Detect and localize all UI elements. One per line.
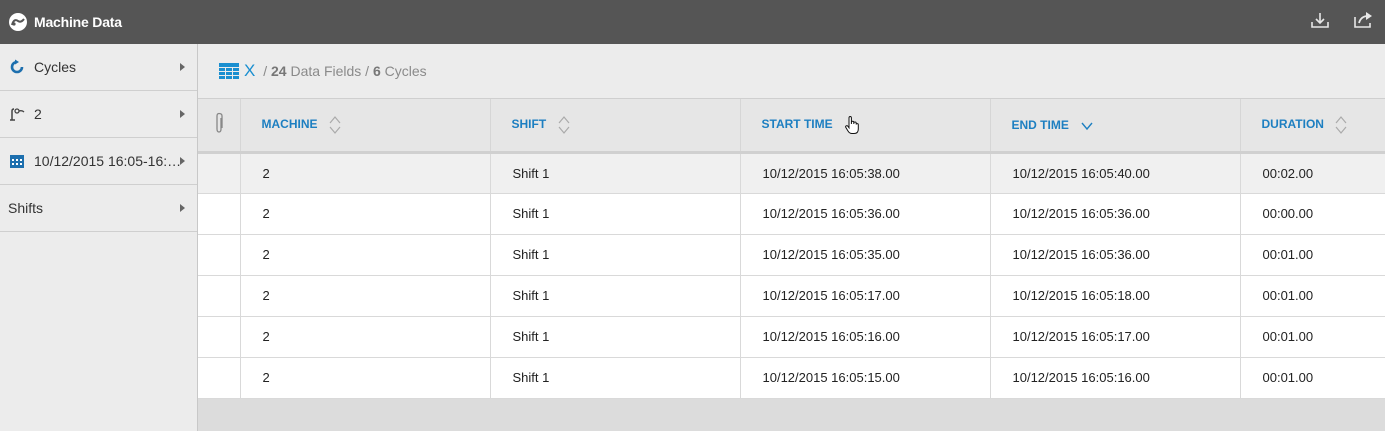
cell-start-time: 10/12/2015 16:05:17.00 <box>740 275 991 317</box>
table-row[interactable]: 2 Shift 1 10/12/2015 16:05:35.00 10/12/2… <box>198 234 1385 276</box>
sidebar-item-label: Shifts <box>8 200 44 216</box>
breadcrumb: X / 24 Data Fields / 6 Cycles <box>198 44 1385 99</box>
column-label: SHIFT <box>511 116 547 131</box>
cell-machine: 2 <box>240 316 491 358</box>
row-attachment-cell <box>198 234 241 276</box>
row-attachment-cell <box>198 275 241 317</box>
cell-machine: 2 <box>240 193 491 235</box>
sidebar: Cycles 2 10/12/2015 16:05-16:… Shifts <box>0 44 198 431</box>
download-icon <box>1311 13 1329 28</box>
cell-end-time: 10/12/2015 16:05:17.00 <box>990 316 1241 358</box>
sidebar-item-cycles[interactable]: Cycles <box>0 44 197 91</box>
fields-count: 24 <box>271 63 287 79</box>
cell-duration: 00:02.00 <box>1240 152 1385 194</box>
gauge-logo-icon <box>9 13 27 31</box>
column-header-end-time[interactable]: END TIME <box>990 99 1241 154</box>
cell-end-time: 10/12/2015 16:05:36.00 <box>990 193 1241 235</box>
cell-machine: 2 <box>240 275 491 317</box>
table-icon[interactable] <box>219 62 239 80</box>
download-button[interactable] <box>1307 8 1333 32</box>
sidebar-item-machine[interactable]: 2 <box>0 91 197 138</box>
breadcrumb-root[interactable]: X <box>244 61 255 81</box>
machine-icon <box>8 105 26 123</box>
cell-duration: 00:01.00 <box>1240 357 1385 399</box>
table-row[interactable]: 2 Shift 1 10/12/2015 16:05:16.00 10/12/2… <box>198 316 1385 358</box>
sidebar-item-label: Cycles <box>34 59 77 75</box>
cell-end-time: 10/12/2015 16:05:16.00 <box>990 357 1241 399</box>
cell-duration: 00:00.00 <box>1240 193 1385 235</box>
sidebar-item-label: 10/12/2015 16:05-16:… <box>34 153 182 169</box>
column-label: DURATION <box>1261 116 1324 131</box>
share-icon <box>1354 12 1372 28</box>
table-header-row: MACHINE SHIFT START TIME END TIME DURATI… <box>198 99 1385 154</box>
cell-end-time: 10/12/2015 16:05:36.00 <box>990 234 1241 276</box>
cell-start-time: 10/12/2015 16:05:38.00 <box>740 152 991 194</box>
row-attachment-cell <box>198 193 241 235</box>
data-table: MACHINE SHIFT START TIME END TIME DURATI… <box>198 99 1385 399</box>
cell-duration: 00:01.00 <box>1240 275 1385 317</box>
row-attachment-cell <box>198 316 241 358</box>
chevron-right-icon <box>180 63 185 71</box>
column-label: END TIME <box>1011 117 1069 132</box>
cell-machine: 2 <box>240 357 491 399</box>
share-button[interactable] <box>1351 8 1377 32</box>
sort-descending-icon <box>1081 122 1093 130</box>
cycle-icon <box>8 58 26 76</box>
cell-shift: Shift 1 <box>490 193 741 235</box>
sidebar-item-shifts[interactable]: Shifts <box>0 185 197 232</box>
attachment-column[interactable] <box>198 99 241 154</box>
cell-start-time: 10/12/2015 16:05:35.00 <box>740 234 991 276</box>
table-row[interactable]: 2 Shift 1 10/12/2015 16:05:15.00 10/12/2… <box>198 357 1385 399</box>
cycles-label: Cycles <box>380 63 427 79</box>
sort-unsorted-icon <box>1335 115 1347 134</box>
column-header-machine[interactable]: MACHINE <box>240 99 491 154</box>
sort-unsorted-icon <box>558 115 569 134</box>
row-attachment-cell <box>198 357 241 399</box>
sidebar-item-daterange[interactable]: 10/12/2015 16:05-16:… <box>0 138 197 185</box>
cell-shift: Shift 1 <box>490 357 741 399</box>
app-title: Machine Data <box>34 14 122 30</box>
cell-start-time: 10/12/2015 16:05:15.00 <box>740 357 991 399</box>
row-attachment-cell <box>198 152 241 194</box>
cell-machine: 2 <box>240 152 491 194</box>
cell-end-time: 10/12/2015 16:05:40.00 <box>990 152 1241 194</box>
sidebar-item-label: 2 <box>34 106 42 122</box>
cell-duration: 00:01.00 <box>1240 316 1385 358</box>
cell-shift: Shift 1 <box>490 152 741 194</box>
breadcrumb-sep: / <box>259 63 272 79</box>
cell-shift: Shift 1 <box>490 275 741 317</box>
table-row[interactable]: 2 Shift 1 10/12/2015 16:05:38.00 10/12/2… <box>198 152 1385 194</box>
cell-start-time: 10/12/2015 16:05:36.00 <box>740 193 991 235</box>
table-row[interactable]: 2 Shift 1 10/12/2015 16:05:36.00 10/12/2… <box>198 193 1385 235</box>
column-label: START TIME <box>761 116 833 131</box>
hand-cursor-icon <box>845 115 859 134</box>
paperclip-icon <box>216 113 223 133</box>
fields-label: Data Fields / <box>286 63 373 79</box>
cell-duration: 00:01.00 <box>1240 234 1385 276</box>
calendar-icon <box>8 152 26 170</box>
main-panel: X / 24 Data Fields / 6 Cycles MACHINE SH… <box>198 44 1385 431</box>
column-label: MACHINE <box>261 116 318 131</box>
column-header-duration[interactable]: DURATION <box>1240 99 1385 154</box>
cell-start-time: 10/12/2015 16:05:16.00 <box>740 316 991 358</box>
table-row[interactable]: 2 Shift 1 10/12/2015 16:05:17.00 10/12/2… <box>198 275 1385 317</box>
cycles-count: 6 <box>372 63 381 79</box>
chevron-right-icon <box>180 110 185 118</box>
column-header-shift[interactable]: SHIFT <box>490 99 741 154</box>
sort-unsorted-icon <box>329 115 341 134</box>
cell-machine: 2 <box>240 234 491 276</box>
cell-shift: Shift 1 <box>490 234 741 276</box>
column-header-start-time[interactable]: START TIME <box>740 99 991 154</box>
cell-end-time: 10/12/2015 16:05:18.00 <box>990 275 1241 317</box>
chevron-right-icon <box>180 157 185 165</box>
table-footer-space <box>198 398 1385 431</box>
chevron-right-icon <box>180 204 185 212</box>
app-header: Machine Data <box>0 0 1385 44</box>
cell-shift: Shift 1 <box>490 316 741 358</box>
